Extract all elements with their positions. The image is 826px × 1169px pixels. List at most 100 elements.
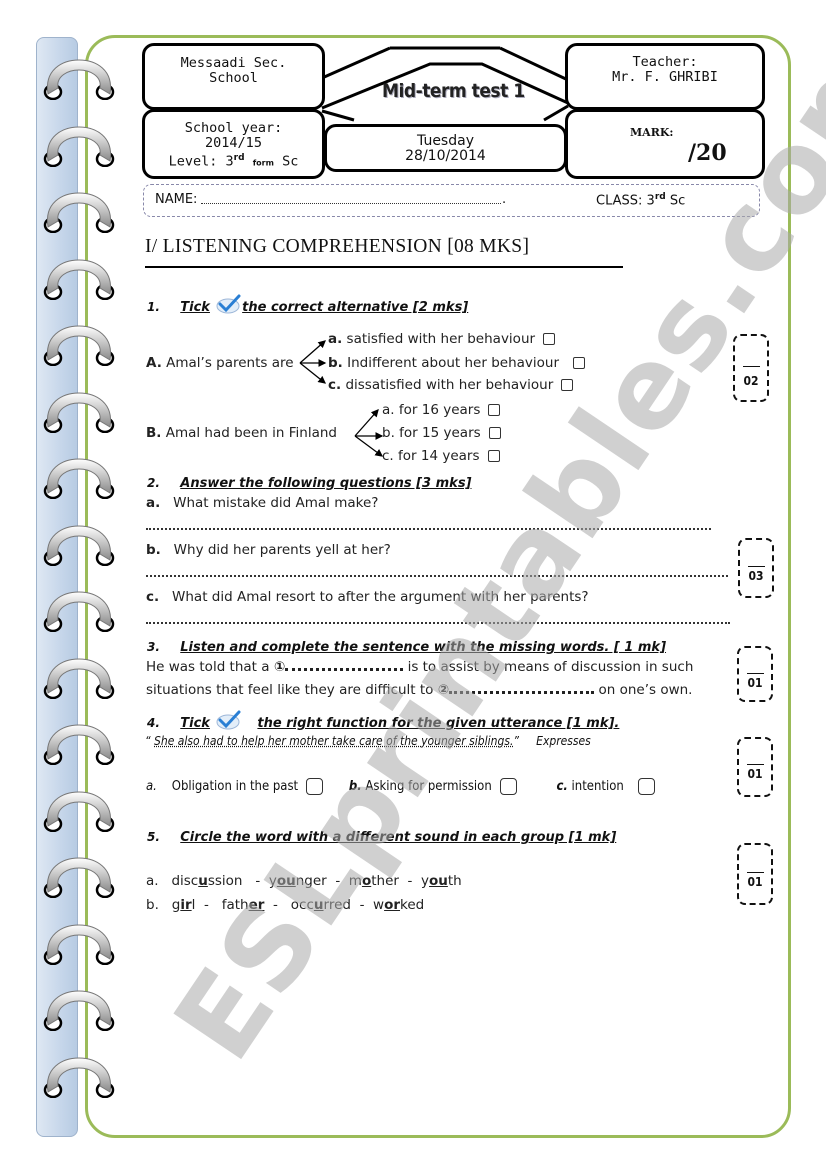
option-letter: a. [382,402,395,418]
q3-score: 01 [747,676,763,690]
test-day: Tuesday [417,133,474,149]
class-field: CLASS: 3rd Sc [596,192,685,208]
separator: - [203,897,209,913]
word-part: l [191,897,196,913]
spiral-ring-icon [43,524,115,566]
test-title: Mid-term test 1 [382,80,525,102]
q3-number: 3. [147,640,160,654]
separator: - [335,873,341,889]
q3-text: is to assist by means of discussion in s… [407,659,694,675]
spiral-ring-icon [43,923,115,965]
option-letter: c. [556,779,568,794]
word-part: ked [400,897,425,913]
mark-box: MARK: /20 [565,109,765,179]
section-title: I/ LISTENING COMPREHENSION [08 MKS] [145,236,530,257]
word[interactable]: father [222,897,265,913]
question-letter: c. [146,589,160,605]
checkbox[interactable] [487,450,500,462]
word[interactable]: worked [373,897,424,913]
q1a-branch-arrows-icon [299,340,327,384]
q1a-option-a: a. satisfied with her behaviour [328,331,556,347]
word[interactable]: discussion [171,873,242,889]
word-part: y [421,873,429,889]
option-text: for 14 years [398,448,480,464]
option-letter: b. [382,425,395,441]
name-field[interactable] [201,203,501,204]
q1-heading-post: the correct alternative [2 mks] [242,300,469,315]
spiral-ring-icon [43,458,115,499]
name-label: NAME: [155,192,198,207]
teacher-label: Teacher: [632,54,698,70]
q3-text: on one’s own. [598,682,693,698]
teacher-box: Teacher: Mr. F. GHRIBI [565,43,765,110]
checkbox[interactable] [573,357,586,369]
word-highlight: or [384,897,401,913]
q4-utterance: “ She also had to help her mother take c… [145,734,591,748]
q4-heading-post: the right function for the given utteran… [257,716,620,731]
blank-1[interactable] [285,668,404,671]
checkbox[interactable] [543,333,556,345]
q1-score: 02 [743,374,759,388]
school-name: Messaadi Sec. [180,55,287,71]
q5-score: 01 [747,875,763,889]
checkbox[interactable] [561,379,574,391]
section-title-underline [145,266,623,268]
word-highlight: u [198,873,208,889]
q5-score-box: 01 [737,843,773,905]
q5-group-a: a. discussion - younger - mother - youth [146,873,462,889]
teacher-name: Mr. F. GHRIBI [612,69,718,85]
word-highlight: ou [276,873,296,889]
blank-marker-2: ② [437,682,450,698]
option-letter: c. [382,448,394,464]
word[interactable]: younger [269,873,327,889]
blank-2[interactable] [449,691,595,694]
q1b-stem-text: Amal had been in Finland [165,425,337,441]
group-letter: a. [146,873,159,889]
word[interactable]: mother [349,873,399,889]
level-sup: rd [233,153,245,163]
spiral-ring-icon [43,857,115,898]
q1b-branch-arrows-icon [354,409,384,457]
q2-score: 03 [748,569,764,583]
spiral-ring-icon [43,591,115,632]
level-stream: Sc [282,153,299,170]
q2-answer-line-a[interactable] [146,528,711,530]
test-date: 28/10/2014 [405,148,486,164]
checkbox[interactable] [499,778,517,795]
name-field-end: . [502,192,507,207]
checkbox[interactable] [488,427,501,439]
q2-answer-line-b[interactable] [146,575,728,577]
q2-answer-line-c[interactable] [146,622,730,624]
option-letter: c. [328,377,342,393]
q1b-stem: B. Amal had been in Finland [146,425,337,441]
question-text: What mistake did Amal make? [173,495,379,511]
checkbox[interactable] [488,404,501,416]
option-text: Asking for permission [365,779,492,794]
option-text: for 16 years [398,402,481,418]
spiral-ring-icon [43,657,115,699]
separator: - [255,873,261,889]
word-highlight: ir [180,897,192,913]
word-part: ssion [207,873,243,889]
word-part: m [348,873,362,889]
q4-option-a: a. Obligation in the past [146,778,324,795]
option-text: Indifferent about her behaviour [347,355,560,371]
date-box: Tuesday 28/10/2014 [324,124,567,172]
word-part: occ [290,897,314,913]
checkbox[interactable] [637,778,655,795]
word[interactable]: girl [172,897,196,913]
word[interactable]: occurred [291,897,351,913]
q2-heading-text: Answer the following questions [3 mks] [180,476,472,491]
school-box: Messaadi Sec. School [142,43,325,110]
word-highlight: o [361,873,372,889]
word[interactable]: youth [421,873,462,889]
q5-group-b: b. girl - father - occurred - worked [146,897,424,913]
question-letter: a. [146,495,161,511]
checkbox[interactable] [306,778,324,795]
spiral-ring-icon [43,325,115,366]
q3-text: He was told that a [146,659,270,675]
option-text: Obligation in the past [171,779,299,794]
q1-heading: 1. Tick the correct alternative [2 mks] [147,294,468,315]
q5-heading-text: Circle the word with a different sound i… [180,830,617,845]
class-num: 3 [646,193,655,209]
